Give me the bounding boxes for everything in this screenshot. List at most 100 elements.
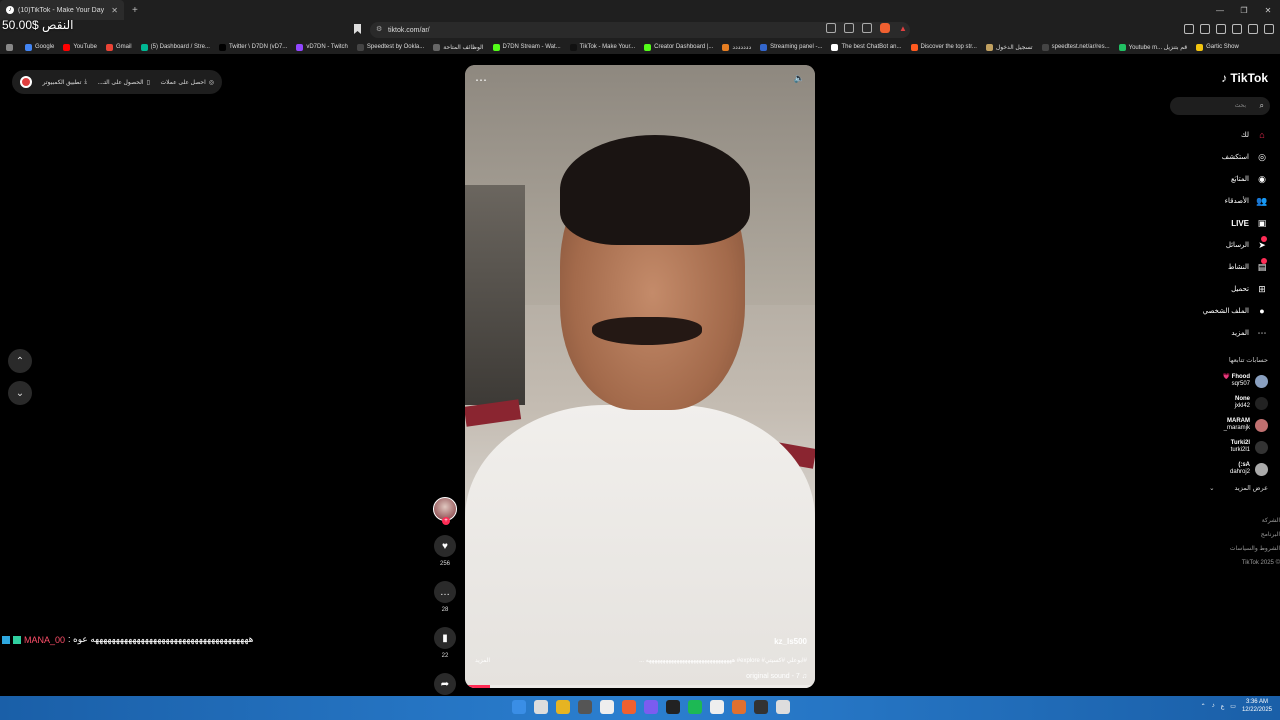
nav-messages[interactable]: ➤ الرسائل	[1168, 234, 1268, 256]
obs-icon[interactable]	[578, 700, 592, 714]
bookmark-item[interactable]: Streaming panel -...	[760, 43, 822, 51]
site-info-icon[interactable]: ⚙	[376, 25, 382, 33]
chevron-up-icon[interactable]: ⌃	[1201, 703, 1206, 710]
bookmark-item[interactable]: Gartic Show	[1196, 43, 1239, 51]
brave-shield-icon[interactable]	[880, 23, 890, 33]
language-icon[interactable]: ع	[1221, 703, 1225, 710]
menu-icon[interactable]	[1264, 24, 1274, 34]
close-tab-icon[interactable]: ✕	[111, 6, 118, 15]
bookmark-item[interactable]: تسجيل الدخول	[985, 43, 1033, 51]
following-account[interactable]: Fhood 💗 sqr507	[1168, 370, 1268, 392]
new-tab-icon[interactable]: +	[132, 5, 138, 16]
app-icon[interactable]	[710, 700, 724, 714]
discord-icon[interactable]	[644, 700, 658, 714]
bookmark-item[interactable]: Discover the top str...	[910, 43, 977, 51]
search-icon[interactable]	[534, 700, 548, 714]
terminal-icon[interactable]	[754, 700, 768, 714]
nav-friends[interactable]: 👥 الأصدقاء	[1168, 190, 1268, 212]
file-explorer-icon[interactable]	[556, 700, 570, 714]
nav-following[interactable]: ◉ المتابَع	[1168, 168, 1268, 190]
nav-upload[interactable]: ⊞ تحميل	[1168, 278, 1268, 300]
chrome-icon[interactable]	[776, 700, 790, 714]
bookmark-item[interactable]: Google	[25, 43, 54, 51]
author-avatar[interactable]: +	[433, 497, 457, 525]
tiktok-logo[interactable]: ♪ TikTok	[1221, 71, 1268, 85]
app-icon[interactable]	[666, 700, 680, 714]
next-video-button[interactable]: ⌄	[8, 381, 32, 405]
bookmark-item[interactable]: D7DN Stream - Wat...	[492, 43, 561, 51]
get-coins-button[interactable]: ◎ احصل على عملات	[160, 79, 214, 86]
share-icon[interactable]	[862, 23, 872, 33]
bookmark-item[interactable]: Gmail	[105, 43, 132, 51]
extension-icon[interactable]	[1184, 24, 1194, 34]
comment-icon[interactable]: …	[434, 581, 456, 603]
caption-more-link[interactable]: المزيد	[475, 657, 490, 664]
browser-tab[interactable]: ♪ (10)TikTok - Make Your Day ✕	[0, 0, 124, 20]
footer-link[interactable]: الشروط والسياسات	[1230, 542, 1280, 556]
show-more-button[interactable]: عرض المزيد ⌄	[1209, 484, 1268, 492]
wallet-icon[interactable]	[1248, 24, 1258, 34]
share-arrow-icon[interactable]: ➦	[434, 673, 456, 695]
bookmark-item[interactable]: (5) Dashboard / Stre...	[140, 43, 210, 51]
following-account[interactable]: MARAM maramjk_	[1168, 414, 1268, 436]
video-progress-bar[interactable]	[465, 685, 815, 688]
brave-icon[interactable]	[622, 700, 636, 714]
more-options-icon[interactable]: ⋯	[475, 73, 487, 87]
bookmark-item[interactable]: YouTube	[63, 43, 97, 51]
volume-icon[interactable]: 🔈	[794, 73, 805, 84]
following-account[interactable]: Turki2l turki2l1	[1168, 436, 1268, 458]
app-icon[interactable]	[732, 700, 746, 714]
bookmark-icon[interactable]	[354, 24, 361, 34]
cast-icon[interactable]	[844, 23, 854, 33]
video-frame	[465, 405, 815, 688]
nav-more[interactable]: ⋯ المزيد	[1168, 322, 1268, 344]
bookmark-item[interactable]: The best ChatBot an...	[831, 43, 902, 51]
hide-icon[interactable]	[826, 23, 836, 33]
bookmark-item[interactable]: TikTok - Make Your...	[569, 43, 635, 51]
clock-date: 12/22/2025	[1241, 707, 1272, 713]
apps-icon[interactable]	[6, 43, 16, 51]
clock[interactable]: 3:36 AM 12/22/2025	[1242, 698, 1272, 714]
bookmark-item[interactable]: speedtest.net/ar/res...	[1041, 43, 1110, 51]
search-input[interactable]: ⌕ بحث	[1170, 97, 1270, 115]
chrome-icon[interactable]	[600, 700, 614, 714]
extension-icon[interactable]	[1216, 24, 1226, 34]
minimize-icon[interactable]: —	[1208, 6, 1232, 15]
heart-icon[interactable]: ♥	[434, 535, 456, 557]
nav-activity[interactable]: ▤ النشاط	[1168, 256, 1268, 278]
follow-plus-icon[interactable]: +	[442, 517, 450, 525]
bookmark-icon[interactable]: ▮	[434, 627, 456, 649]
sidebar-icon[interactable]	[1232, 24, 1242, 34]
bookmark-item[interactable]: ددددددد	[722, 43, 751, 51]
maximize-icon[interactable]: ❐	[1232, 6, 1256, 15]
bookmark-item[interactable]: Youtube m... قم بتنزيل	[1118, 43, 1187, 51]
start-icon[interactable]	[512, 700, 526, 714]
following-account[interactable]: None jxkl42	[1168, 392, 1268, 414]
video-player[interactable]: ⋯ 🔈 kz_ls500 المزيد #ابوعلي #كسيتي# expl…	[465, 65, 815, 688]
nav-live[interactable]: ▣ LIVE	[1168, 212, 1268, 234]
network-icon[interactable]: ▭	[1230, 703, 1236, 710]
video-author[interactable]: kz_ls500	[774, 637, 807, 646]
close-window-icon[interactable]: ✕	[1256, 6, 1280, 15]
brave-rewards-icon[interactable]: ▲	[898, 23, 908, 33]
nav-profile[interactable]: ● الملف الشخصي	[1168, 300, 1268, 322]
spotify-icon[interactable]	[688, 700, 702, 714]
video-sound[interactable]: original sound - 7 ♫	[746, 673, 807, 680]
desktop-app-button[interactable]: ⤓ تطبيق الكمبيوتر	[43, 79, 88, 86]
previous-video-button[interactable]: ⌃	[8, 349, 32, 373]
following-account[interactable]: sA:) dahroj2	[1168, 458, 1268, 480]
footer-link[interactable]: الشركة	[1230, 514, 1280, 528]
bookmark-item[interactable]: vD7DN - Twitch	[296, 43, 348, 51]
nav-explore[interactable]: ◎ استكشف	[1168, 146, 1268, 168]
search-icon[interactable]: ⌕	[1260, 97, 1264, 115]
extension-icon[interactable]	[1200, 24, 1210, 34]
nav-for-you[interactable]: ⌂ لك	[1168, 124, 1268, 146]
avatar	[1255, 462, 1268, 476]
bookmark-item[interactable]: الوظائف المتاحة	[433, 43, 484, 51]
bookmark-item[interactable]: Speedtest by Ookla...	[356, 43, 424, 51]
bookmark-item[interactable]: Twitter \ D7DN (vD7...	[218, 43, 287, 51]
footer-link[interactable]: البرنامج	[1230, 528, 1280, 542]
bookmark-item[interactable]: Creator Dashboard |...	[644, 43, 713, 51]
mic-icon[interactable]: ♪	[1212, 703, 1215, 709]
get-tv-app-button[interactable]: ▯ الحصول على التـ...	[98, 79, 150, 86]
